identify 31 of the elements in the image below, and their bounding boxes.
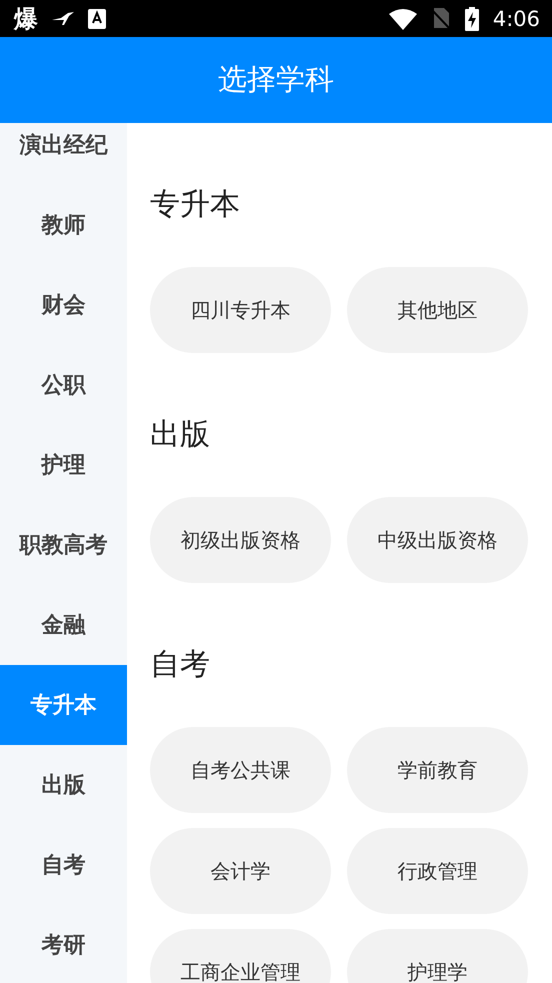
battery-charging-icon	[464, 6, 479, 30]
subject-chip[interactable]: 护理学	[347, 929, 528, 983]
category-item[interactable]: 自考	[0, 825, 127, 905]
subject-chip[interactable]: 四川专升本	[150, 267, 331, 353]
category-item[interactable]: 金融	[0, 585, 127, 665]
section-title: 自考	[150, 646, 211, 684]
category-item[interactable]: 教师	[0, 185, 127, 265]
status-time: 4:06	[492, 6, 540, 30]
category-item[interactable]: 财会	[0, 265, 127, 345]
bird-icon	[52, 12, 74, 26]
category-item[interactable]: 考研	[0, 905, 127, 983]
section-title: 出版	[150, 416, 211, 454]
text-document-icon	[88, 8, 106, 28]
subject-chip[interactable]: 中级出版资格	[347, 497, 528, 583]
subject-chip[interactable]: 学前教育	[347, 727, 528, 813]
wifi-icon	[388, 8, 417, 30]
category-item[interactable]: 护理	[0, 425, 127, 505]
category-item[interactable]: 演出经纪	[0, 123, 127, 185]
subject-chip[interactable]: 自考公共课	[150, 727, 331, 813]
subject-chip[interactable]: 工商企业管理	[150, 929, 331, 983]
subject-chip[interactable]: 会计学	[150, 828, 331, 914]
subject-chip[interactable]: 初级出版资格	[150, 497, 331, 583]
category-item[interactable]: 专升本	[0, 665, 127, 745]
category-item[interactable]: 出版	[0, 745, 127, 825]
section-title: 专升本	[150, 186, 241, 224]
subject-chip[interactable]: 其他地区	[347, 267, 528, 353]
category-item[interactable]: 公职	[0, 345, 127, 425]
subject-chip[interactable]: 行政管理	[347, 828, 528, 914]
category-item[interactable]: 职教高考	[0, 505, 127, 585]
app-notification-glyph: 爆	[14, 6, 38, 30]
page-title: 选择学科	[218, 61, 334, 98]
